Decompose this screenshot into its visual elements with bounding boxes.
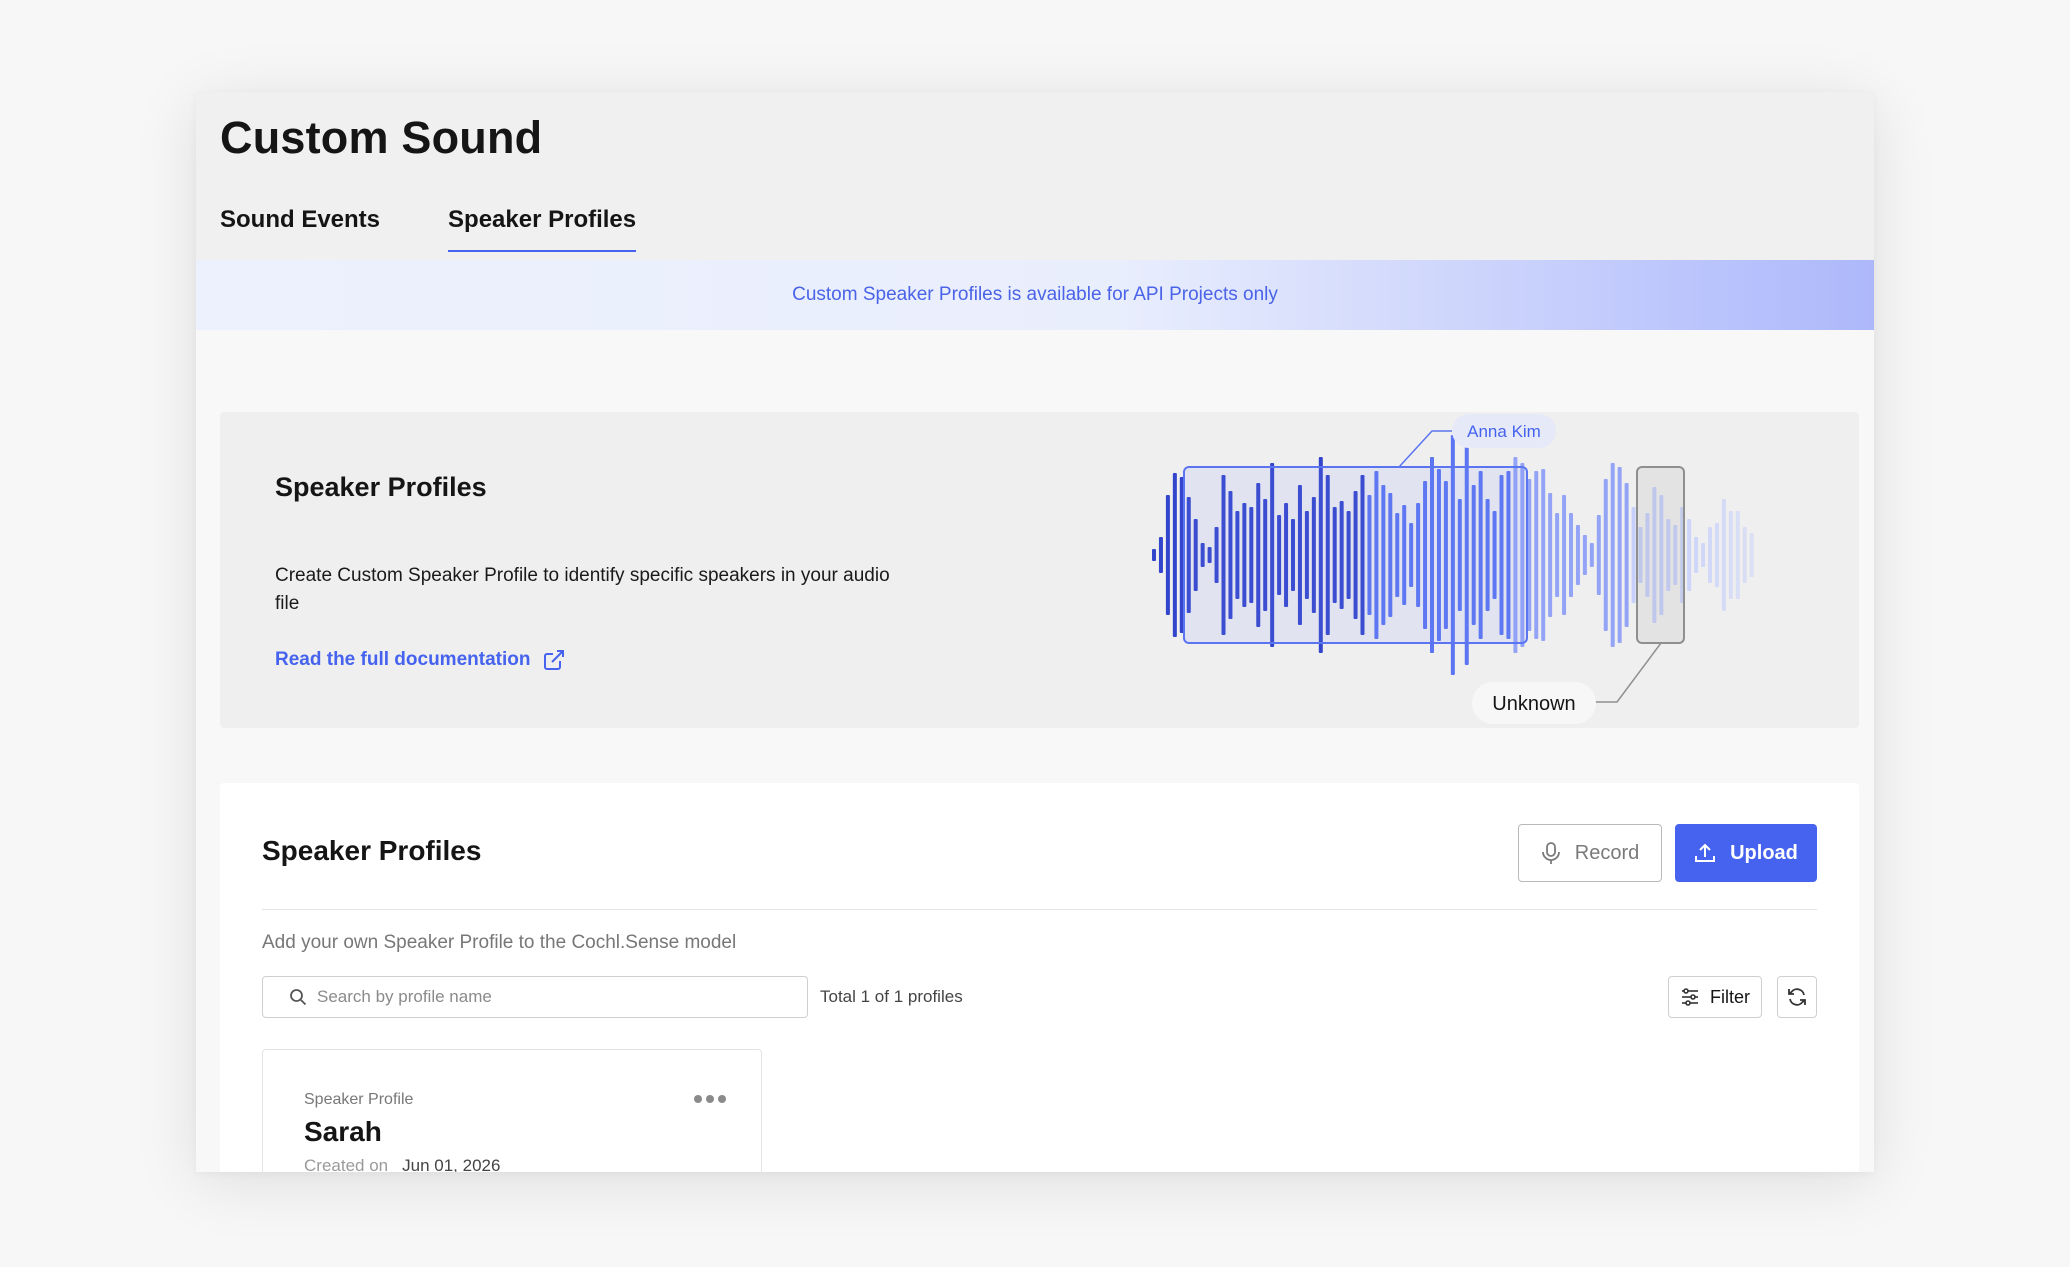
upload-button[interactable]: Upload: [1675, 824, 1817, 882]
profile-created: Created on Jun 01, 2026: [304, 1156, 500, 1172]
speaker-segment-box: [1183, 466, 1528, 644]
waveform-bar: [1610, 463, 1615, 647]
created-label: Created on: [304, 1156, 389, 1172]
speaker-tag: Anna Kim: [1467, 422, 1541, 441]
refresh-icon: [1788, 988, 1806, 1006]
section-divider: [262, 909, 1817, 910]
created-date: Jun 01, 2026: [402, 1156, 501, 1172]
profile-name: Sarah: [304, 1116, 382, 1147]
tab-speaker-profiles[interactable]: Speaker Profiles: [448, 206, 637, 252]
waveform-bar: [1596, 515, 1601, 595]
waveform-bar: [1728, 511, 1733, 599]
waveform-bar: [1172, 473, 1177, 637]
speaker-tag-connector: [1398, 430, 1452, 468]
waveform-bar: [1575, 525, 1580, 585]
waveform-bar: [1548, 493, 1553, 617]
hero-panel: Speaker Profiles Create Custom Speaker P…: [220, 412, 1859, 728]
waveform-bar: [1562, 495, 1567, 615]
waveform-bar: [1165, 495, 1170, 615]
tab-bar: Sound Events Speaker Profiles: [220, 206, 637, 252]
search-input[interactable]: [317, 987, 797, 1007]
waveform-bar: [1152, 549, 1156, 561]
waveform-bar: [1721, 499, 1726, 611]
waveform-bar: [1742, 527, 1747, 583]
waveform-bar: [1694, 537, 1699, 573]
search-box: [262, 976, 808, 1018]
unknown-segment-box: [1636, 466, 1685, 644]
profile-count: Total 1 of 1 profiles: [820, 987, 963, 1006]
waveform-bar: [1617, 467, 1622, 643]
page-title: Custom Sound: [220, 112, 543, 163]
filter-icon: [1682, 988, 1698, 1006]
banner-text: Custom Speaker Profiles is available for…: [792, 284, 1278, 305]
waveform-bar: [1582, 535, 1587, 575]
tab-sound-events[interactable]: Sound Events: [220, 206, 380, 252]
waveform-bar: [1158, 537, 1163, 573]
profile-card[interactable]: Speaker Profile Sarah Created on Jun 01,…: [262, 1049, 762, 1172]
profile-type-label: Speaker Profile: [304, 1091, 414, 1108]
filter-button[interactable]: Filter: [1668, 976, 1762, 1018]
microphone-icon: [1541, 842, 1560, 864]
waveform-bar: [1541, 469, 1546, 641]
refresh-button[interactable]: [1777, 976, 1817, 1018]
waveform-bar: [1749, 533, 1754, 577]
waveform-bar: [1631, 507, 1636, 603]
waveform-bar: [1687, 519, 1692, 591]
upload-icon: [1695, 843, 1716, 862]
app-window: Custom Sound Sound Events Speaker Profil…: [196, 92, 1874, 1172]
upload-button-label: Upload: [1730, 841, 1798, 864]
waveform-bar: [1708, 527, 1712, 583]
waveform-bar: [1589, 543, 1594, 567]
section-title: Speaker Profiles: [262, 835, 482, 866]
availability-banner: Custom Speaker Profiles is available for…: [196, 260, 1874, 330]
unknown-tag: Unknown: [1492, 693, 1575, 715]
waveform-bar: [1714, 523, 1719, 587]
waveform-bar: [1534, 471, 1539, 639]
speaker-waveform-illustration: Anna Kim Unknown: [1152, 414, 1754, 724]
record-button[interactable]: Record: [1518, 824, 1662, 882]
filter-button-label: Filter: [1710, 986, 1750, 1007]
waveform-bar: [1569, 513, 1573, 597]
more-options-icon[interactable]: [693, 1094, 727, 1104]
waveform-bar: [1555, 513, 1560, 597]
section-subtitle: Add your own Speaker Profile to the Coch…: [262, 932, 737, 953]
speaker-profiles-card: Speaker Profiles Record Upload Add your …: [220, 783, 1859, 1172]
search-icon: [290, 989, 307, 1006]
record-button-label: Record: [1574, 841, 1640, 864]
waveform-bar: [1701, 543, 1706, 567]
waveform-bar: [1735, 511, 1740, 599]
waveform-bar: [1603, 479, 1608, 631]
waveform-bar: [1624, 483, 1629, 627]
unknown-tag-connector: [1595, 642, 1662, 703]
page-header: Custom Sound Sound Events Speaker Profil…: [196, 92, 1874, 260]
